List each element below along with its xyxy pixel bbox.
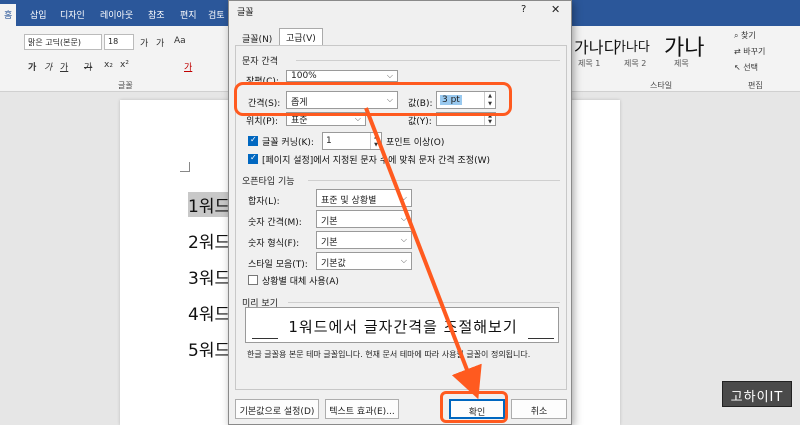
preview-text: 1워드에서 글자간격을 조절해보기 bbox=[288, 318, 518, 336]
underline-button[interactable]: 가 bbox=[60, 60, 68, 73]
tab-references[interactable]: 참조 bbox=[148, 8, 165, 21]
tab-home[interactable]: 홈 bbox=[0, 4, 17, 26]
dialog-title: 글꼴 bbox=[237, 8, 254, 18]
kerning-suffix-label: 포인트 이상(O) bbox=[386, 138, 445, 148]
style-name-heading2: 제목 2 bbox=[624, 59, 647, 68]
number-spacing-label: 숫자 간격(M): bbox=[248, 218, 302, 228]
scale-combo[interactable]: 100% ⌵ bbox=[286, 70, 398, 82]
crop-mark bbox=[180, 162, 190, 172]
italic-button[interactable]: 가 bbox=[44, 60, 52, 73]
snap-to-grid-checkbox[interactable] bbox=[248, 153, 258, 164]
kerning-spinner[interactable]: 1 ▲ ▼ bbox=[322, 132, 382, 150]
font-group-label: 글꼴 bbox=[118, 81, 133, 90]
cancel-button[interactable]: 취소 bbox=[511, 399, 567, 419]
bold-button[interactable]: 가 bbox=[28, 60, 36, 73]
replace-icon: ⇄ bbox=[734, 47, 744, 56]
editing-group-label: 편집 bbox=[748, 81, 763, 90]
stylistic-sets-combo[interactable]: 기본값 ⌵ bbox=[316, 252, 412, 270]
cursor-icon: ↖ bbox=[734, 63, 744, 72]
tab-advanced[interactable]: 고급(V) bbox=[279, 28, 323, 46]
font-size-combo[interactable]: 18 bbox=[104, 34, 134, 50]
replace-button[interactable]: ⇄ 바꾸기 bbox=[734, 46, 765, 57]
subscript-button[interactable]: x₂ bbox=[104, 60, 113, 70]
chevron-down-icon: ⌵ bbox=[400, 214, 407, 223]
text-effects-button[interactable]: 텍스트 효과(E)... bbox=[325, 399, 399, 419]
section-divider bbox=[308, 180, 560, 181]
style-name-title: 제목 bbox=[674, 59, 689, 68]
tab-insert[interactable]: 삽입 bbox=[30, 8, 47, 21]
close-button[interactable]: ✕ bbox=[551, 3, 560, 16]
doc-line-selected[interactable]: 1워드 bbox=[188, 192, 231, 217]
doc-line[interactable]: 4워드 bbox=[188, 300, 230, 325]
preview-baseline bbox=[528, 338, 554, 339]
styles-group-label: 스타일 bbox=[650, 81, 673, 90]
ligatures-combo[interactable]: 표준 및 상황별 ⌵ bbox=[316, 189, 412, 207]
chevron-down-icon: ⌵ bbox=[400, 256, 407, 265]
annotation-highlight-spacing bbox=[234, 82, 512, 116]
style-name-heading1: 제목 1 bbox=[578, 59, 601, 68]
spinner-arrows-icon[interactable]: ▲ ▼ bbox=[370, 133, 381, 149]
kerning-checkbox[interactable] bbox=[248, 135, 258, 146]
preview-box: 1워드에서 글자간격을 조절해보기 bbox=[245, 307, 559, 343]
strikethrough-button[interactable]: 가 bbox=[84, 60, 92, 73]
tab-review[interactable]: 검토 bbox=[208, 8, 225, 21]
doc-line[interactable]: 2워드 bbox=[188, 228, 230, 253]
preview-baseline bbox=[252, 338, 278, 339]
tab-font[interactable]: 글꼴(N) bbox=[235, 29, 279, 45]
font-color-button[interactable]: 가 bbox=[184, 60, 192, 73]
font-dialog: 글꼴 ? ✕ 글꼴(N) 고급(V) 문자 간격 장평(C): 100% ⌵ 간격… bbox=[228, 0, 572, 425]
annotation-highlight-ok bbox=[440, 391, 508, 423]
number-forms-label: 숫자 형식(F): bbox=[248, 239, 300, 249]
help-button[interactable]: ? bbox=[521, 4, 526, 15]
kerning-label: 글꼴 커닝(K): bbox=[262, 138, 314, 148]
search-icon: ⌕ bbox=[734, 31, 742, 40]
contextual-alternates-label: 상황별 대체 사용(A) bbox=[262, 277, 339, 287]
chevron-down-icon: ⌵ bbox=[400, 235, 407, 244]
style-sample-heading2[interactable]: 가나다 bbox=[614, 36, 650, 55]
style-sample-heading1[interactable]: 가나디 bbox=[574, 34, 618, 58]
doc-line[interactable]: 3워드 bbox=[188, 264, 230, 289]
number-spacing-combo[interactable]: 기본 ⌵ bbox=[316, 210, 412, 228]
set-default-button[interactable]: 기본값으로 설정(D) bbox=[235, 399, 319, 419]
change-case-button[interactable]: Aa bbox=[174, 36, 186, 46]
number-forms-combo[interactable]: 기본 ⌵ bbox=[316, 231, 412, 249]
select-button[interactable]: ↖ 선택 bbox=[734, 62, 758, 73]
grow-font-button[interactable]: 가 bbox=[140, 36, 148, 49]
watermark-logo: 고하이IT bbox=[722, 381, 792, 407]
chevron-down-icon: ⌵ bbox=[400, 193, 407, 202]
doc-line[interactable]: 5워드 bbox=[188, 336, 230, 361]
ligatures-label: 합자(L): bbox=[248, 197, 280, 207]
stylistic-sets-label: 스타일 모음(T): bbox=[248, 260, 308, 270]
superscript-button[interactable]: x² bbox=[120, 60, 129, 70]
find-button[interactable]: ⌕ 찾기 bbox=[734, 30, 756, 41]
tab-layout[interactable]: 레이아웃 bbox=[100, 8, 133, 21]
shrink-font-button[interactable]: 가 bbox=[156, 36, 164, 49]
section-opentype: 오픈타입 기능 bbox=[242, 177, 295, 187]
section-divider bbox=[288, 302, 560, 303]
section-divider bbox=[296, 60, 560, 61]
font-name-combo[interactable]: 맑은 고딕(본문) bbox=[24, 34, 102, 50]
snap-to-grid-label: [페이지 설정]에서 지정된 문자 수에 맞춰 문자 간격 조정(W) bbox=[262, 156, 490, 166]
preview-note: 한글 글꼴용 본문 테마 글꼴입니다. 현재 문서 테마에 따라 사용될 글꼴이… bbox=[247, 350, 531, 359]
contextual-alternates-checkbox[interactable] bbox=[248, 275, 258, 285]
chevron-down-icon: ⌵ bbox=[386, 71, 393, 80]
section-character-spacing: 문자 간격 bbox=[242, 57, 278, 67]
tab-design[interactable]: 디자인 bbox=[60, 8, 85, 21]
tab-mailings[interactable]: 편지 bbox=[180, 8, 197, 21]
